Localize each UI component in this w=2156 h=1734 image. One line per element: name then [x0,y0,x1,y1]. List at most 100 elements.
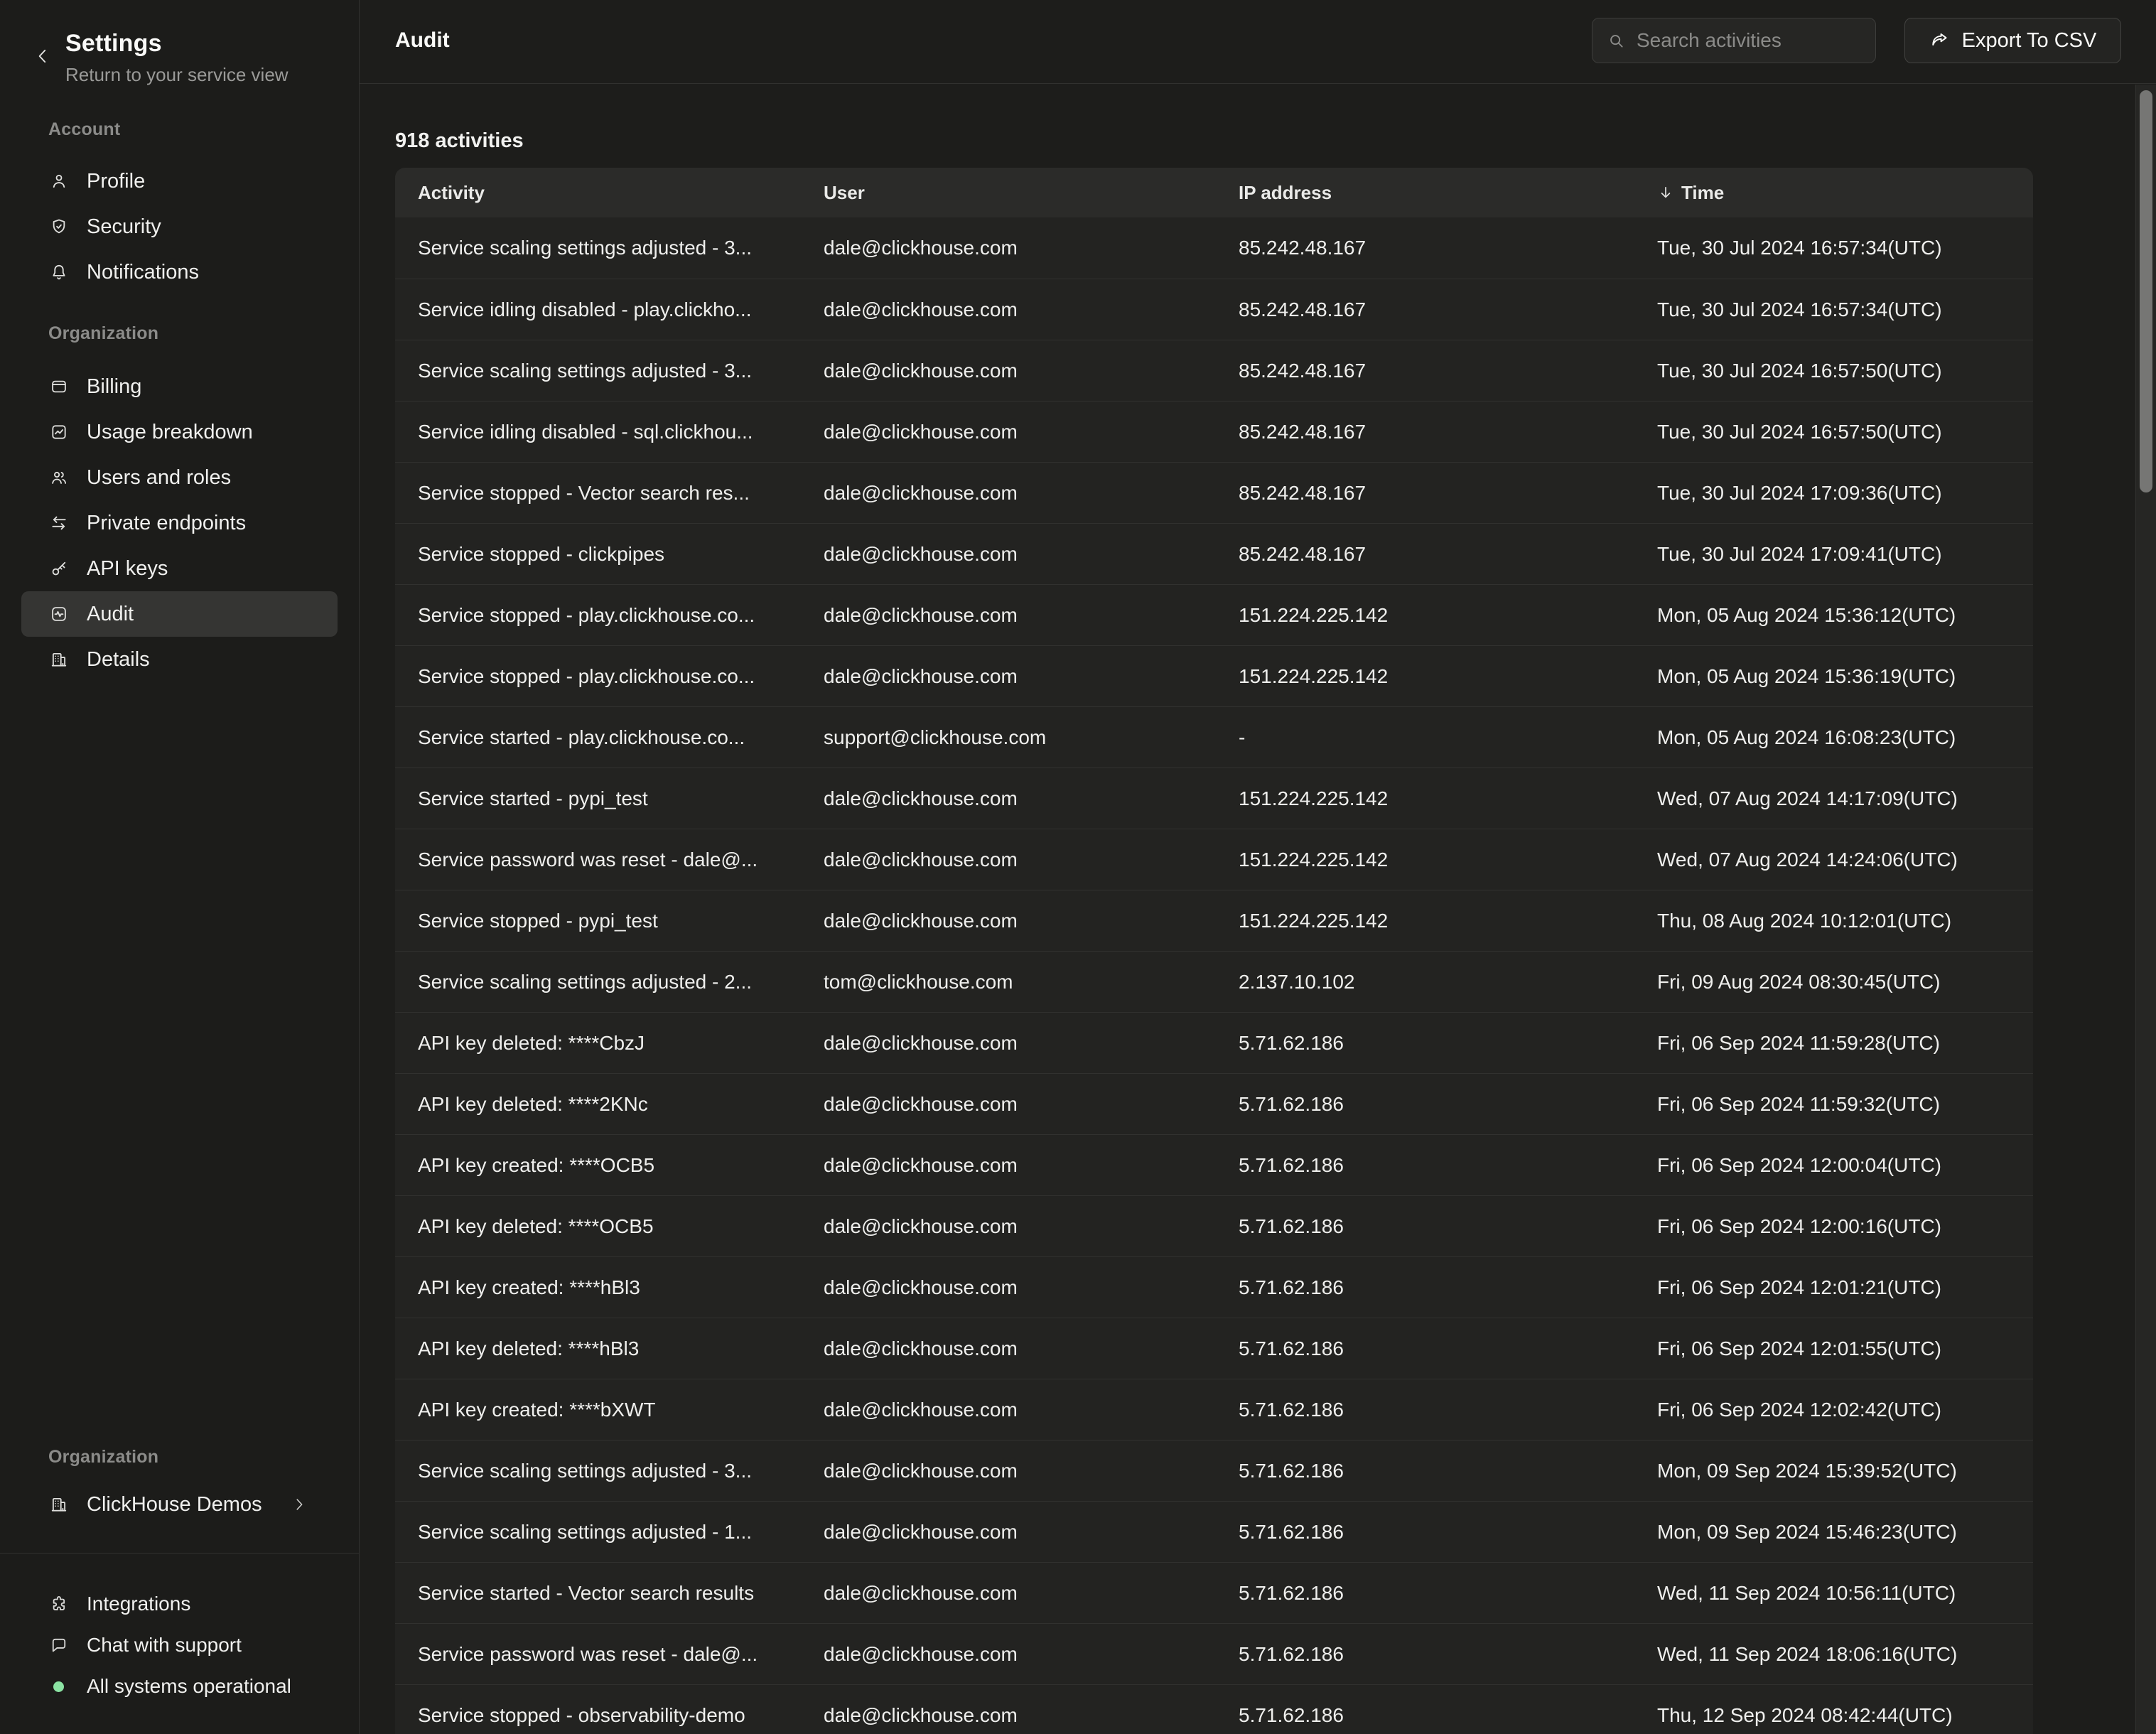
sidebar-item-private-endpoints[interactable]: Private endpoints [21,500,338,546]
cell-time: Thu, 12 Sep 2024 08:42:44(UTC) [1634,1704,2033,1727]
column-header-label: User [824,182,865,204]
table-row: Service stopped - play.clickhouse.co...d… [395,584,2033,645]
column-header-label: Activity [418,182,485,204]
sidebar-item-security[interactable]: Security [21,204,338,249]
table-row: API key deleted: ****hBl3dale@clickhouse… [395,1318,2033,1379]
cell-activity: API key deleted: ****hBl3 [395,1337,801,1360]
cell-time: Fri, 06 Sep 2024 12:01:21(UTC) [1634,1276,2033,1299]
cell-time: Wed, 07 Aug 2024 14:17:09(UTC) [1634,787,2033,810]
system-status[interactable]: All systems operational [21,1666,338,1707]
sidebar-item-profile[interactable]: Profile [21,158,338,204]
footer-item-chat-with-support[interactable]: Chat with support [21,1625,338,1666]
main-content: Audit Export To CSV 918 activities Activ… [360,0,2156,1734]
organization-nav: Billing Usage breakdown Users and rolesPri… [0,364,359,682]
cell-ip-address: 5.71.62.186 [1216,1643,1634,1666]
column-header-time[interactable]: Time [1634,182,2033,204]
cell-ip-address: 5.71.62.186 [1216,1704,1634,1727]
settings-app: Settings Return to your service view Acc… [0,0,2156,1734]
back-button[interactable] [27,41,58,72]
cell-user: dale@clickhouse.com [801,1582,1216,1605]
sidebar-item-users-and-roles[interactable]: Users and roles [21,455,338,500]
cell-ip-address: 85.242.48.167 [1216,543,1634,566]
cell-time: Tue, 30 Jul 2024 16:57:34(UTC) [1634,237,2033,259]
cell-time: Thu, 08 Aug 2024 10:12:01(UTC) [1634,910,2033,932]
settings-subtitle[interactable]: Return to your service view [65,64,289,86]
cell-activity: API key deleted: ****2KNc [395,1093,801,1116]
table-header-row: Activity User IP addressTime [395,168,2033,217]
sidebar-item-label: Billing [87,375,141,399]
export-csv-button[interactable]: Export To CSV [1904,18,2121,63]
table-row: Service started - play.clickhouse.co...s… [395,706,2033,768]
sidebar-footer: Integrations Chat with support All systems… [0,1583,359,1707]
usage-icon [50,423,68,441]
cell-user: dale@clickhouse.com [801,849,1216,871]
building-icon [50,650,68,669]
search-icon [1607,31,1625,50]
cell-ip-address: 151.224.225.142 [1216,665,1634,688]
sort-desc-icon [1657,184,1674,201]
bell-icon [50,263,68,281]
cell-time: Mon, 05 Aug 2024 15:36:19(UTC) [1634,665,2033,688]
chat-icon [50,1636,68,1654]
building-icon [50,1495,68,1514]
export-icon [1929,31,1949,50]
cell-user: dale@clickhouse.com [801,1521,1216,1544]
cell-user: dale@clickhouse.com [801,604,1216,627]
org-switcher[interactable]: ClickHouse Demos [21,1482,338,1527]
table-row: Service scaling settings adjusted - 2...… [395,951,2033,1012]
cell-activity: API key created: ****bXWT [395,1399,801,1421]
cell-activity: Service scaling settings adjusted - 1... [395,1521,801,1544]
sidebar-item-usage-breakdown[interactable]: Usage breakdown [21,409,338,455]
table-row: Service stopped - observability-demodale… [395,1684,2033,1734]
sidebar-item-label: Usage breakdown [87,421,253,444]
cell-activity: Service scaling settings adjusted - 2... [395,971,801,993]
scrollbar-track[interactable] [2135,85,2156,1734]
cell-user: dale@clickhouse.com [801,1337,1216,1360]
table-row: Service scaling settings adjusted - 3...… [395,217,2033,279]
cell-ip-address: 5.71.62.186 [1216,1337,1634,1360]
footer-item-integrations[interactable]: Integrations [21,1583,338,1625]
cell-ip-address: 5.71.62.186 [1216,1521,1634,1544]
key-icon [50,559,68,578]
footer-item-label: Integrations [87,1593,190,1615]
cell-time: Wed, 11 Sep 2024 10:56:11(UTC) [1634,1582,2033,1605]
sidebar-item-notifications[interactable]: Notifications [21,249,338,295]
table-row: API key created: ****hBl3dale@clickhouse… [395,1256,2033,1318]
cell-ip-address: 5.71.62.186 [1216,1460,1634,1482]
cell-activity: Service password was reset - dale@... [395,1643,801,1666]
column-header-ip-address[interactable]: IP address [1216,182,1634,204]
org-name: ClickHouse Demos [87,1493,291,1517]
sidebar-item-label: Notifications [87,261,199,284]
cell-user: dale@clickhouse.com [801,360,1216,382]
main-header: Audit Export To CSV [360,0,2156,84]
audit-icon [50,605,68,623]
sidebar-item-details[interactable]: Details [21,637,338,682]
audit-table: Activity User IP addressTime Service scali… [395,168,2033,1734]
profile-icon [50,172,68,190]
cell-activity: API key created: ****OCB5 [395,1154,801,1177]
endpoints-icon [50,514,68,532]
cell-time: Fri, 06 Sep 2024 12:00:16(UTC) [1634,1215,2033,1238]
cell-time: Fri, 06 Sep 2024 12:01:55(UTC) [1634,1337,2033,1360]
cell-user: dale@clickhouse.com [801,237,1216,259]
cell-user: dale@clickhouse.com [801,665,1216,688]
sidebar-item-billing[interactable]: Billing [21,364,338,409]
scrollbar-thumb[interactable] [2140,90,2152,492]
cell-activity: Service stopped - play.clickhouse.co... [395,604,801,627]
sidebar-item-audit[interactable]: Audit [21,591,338,637]
cell-ip-address: 85.242.48.167 [1216,421,1634,443]
cell-activity: Service stopped - Vector search res... [395,482,801,505]
cell-ip-address: 151.224.225.142 [1216,787,1634,810]
cell-activity: API key deleted: ****OCB5 [395,1215,801,1238]
sidebar-item-api-keys[interactable]: API keys [21,546,338,591]
column-header-user[interactable]: User [801,182,1216,204]
users-icon [50,468,68,487]
cell-activity: Service stopped - play.clickhouse.co... [395,665,801,688]
settings-title: Settings [65,30,162,58]
footer-item-label: Chat with support [87,1634,242,1657]
export-csv-label: Export To CSV [1962,29,2097,53]
cell-activity: Service idling disabled - sql.clickhou..… [395,421,801,443]
column-header-activity[interactable]: Activity [395,182,801,204]
cell-time: Fri, 06 Sep 2024 11:59:32(UTC) [1634,1093,2033,1116]
search-input[interactable] [1637,29,1861,52]
